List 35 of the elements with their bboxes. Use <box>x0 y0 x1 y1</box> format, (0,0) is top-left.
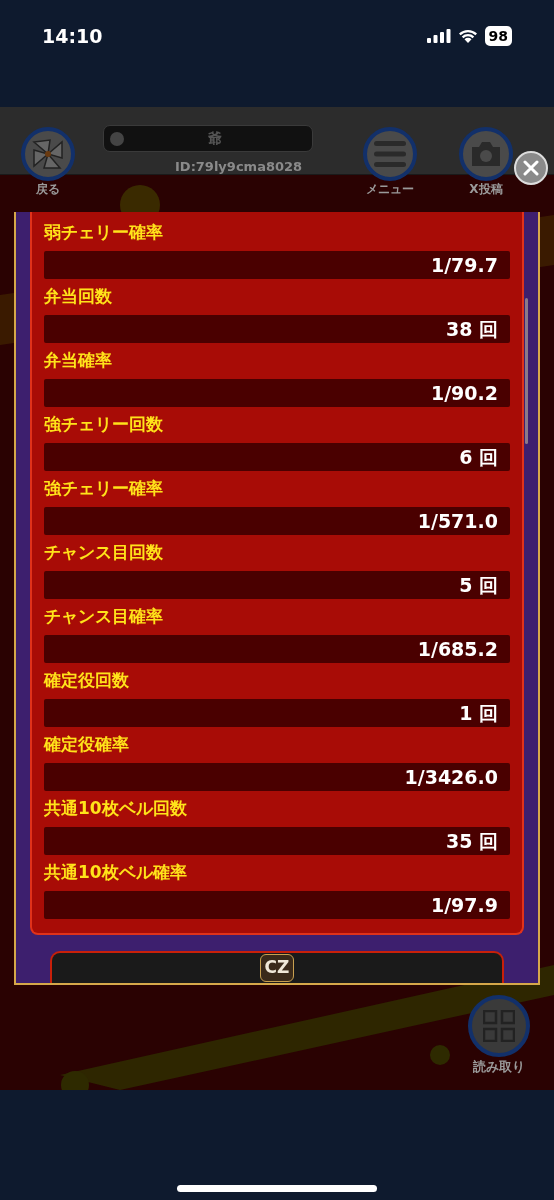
stat-value-bar: 1/685.2 <box>44 635 510 663</box>
signal-icon <box>426 29 451 43</box>
stat-label: 弁当確率 <box>44 349 112 373</box>
stat-value-bar: 35 回 <box>44 827 510 855</box>
stat-label: 確定役回数 <box>44 669 129 693</box>
stat-value-bar: 38 回 <box>44 315 510 343</box>
stat-value-bar: 1/3426.0 <box>44 763 510 791</box>
stat-value-bar: 1/90.2 <box>44 379 510 407</box>
stat-value-bar: 1/79.7 <box>44 251 510 279</box>
wifi-icon <box>457 29 478 43</box>
player-id: ID:79ly9cma8028 <box>175 158 303 176</box>
stat-label: チャンス目回数 <box>44 541 163 565</box>
stat-label: 弱チェリー確率 <box>44 221 163 245</box>
stat-label: 強チェリー回数 <box>44 413 163 437</box>
close-icon <box>523 160 539 176</box>
stat-label: 確定役確率 <box>44 733 129 757</box>
cz-tab[interactable]: CZ <box>50 951 504 983</box>
stat-label: 弁当回数 <box>44 285 112 309</box>
stat-label: チャンス目確率 <box>44 605 163 629</box>
stat-label: 共通10枚ベル回数 <box>44 797 187 821</box>
stat-value-bar: 1 回 <box>44 699 510 727</box>
face-icon <box>110 131 124 146</box>
pinwheel-icon <box>30 136 66 172</box>
stat-value-bar: 1/97.9 <box>44 891 510 919</box>
player-name-field: 爺 <box>103 125 313 152</box>
stat-value-bar: 1/571.0 <box>44 507 510 535</box>
status-time: 14:10 <box>42 24 103 49</box>
stat-value-bar: 6 回 <box>44 443 510 471</box>
camera-icon <box>469 141 503 167</box>
menu-icon <box>374 141 406 167</box>
stat-label: 強チェリー確率 <box>44 477 163 501</box>
stat-label: 共通10枚ベル確率 <box>44 861 187 885</box>
battery-indicator: 98 <box>484 26 512 46</box>
qr-code-icon <box>483 1010 515 1042</box>
stat-value-bar: 5 回 <box>44 571 510 599</box>
